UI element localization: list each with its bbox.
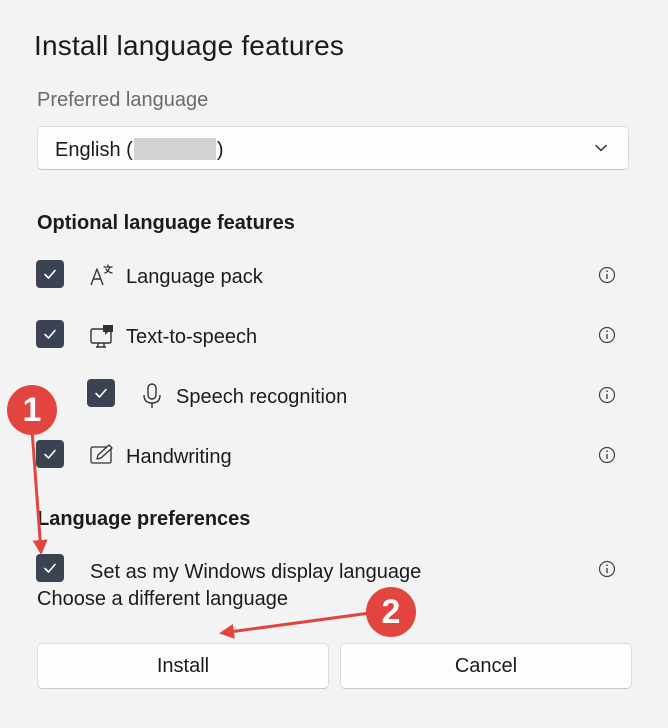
- pen-icon: [90, 444, 113, 464]
- optional-features-heading: Optional language features: [37, 212, 295, 234]
- cancel-button[interactable]: Cancel: [340, 643, 632, 689]
- choose-different-language-link[interactable]: Choose a different language: [37, 588, 288, 611]
- checkmark-icon: [44, 449, 56, 459]
- feature-label: Text-to-speech: [126, 326, 258, 348]
- preferred-language-value: English (): [55, 138, 223, 162]
- info-icon[interactable]: [598, 446, 616, 464]
- display-language-checkbox[interactable]: [36, 554, 64, 582]
- info-icon[interactable]: [598, 560, 616, 578]
- microphone-icon: [143, 383, 161, 408]
- feature-label: Speech recognition: [176, 386, 348, 408]
- feature-row-handwriting: Handwriting: [0, 438, 668, 474]
- select-value-suffix: ): [216, 139, 224, 161]
- feature-row-language-pack: Language pack: [0, 258, 668, 294]
- select-value-prefix: English (: [55, 139, 133, 161]
- speech-recognition-checkbox[interactable]: [87, 379, 115, 407]
- feature-row-speech-recognition: Speech recognition: [0, 378, 668, 414]
- chevron-down-icon: [595, 144, 607, 152]
- feature-label: Handwriting: [126, 446, 232, 468]
- language-pack-icon: [90, 264, 113, 286]
- install-button[interactable]: Install: [37, 643, 329, 689]
- annotation-badge-2: 2: [366, 587, 416, 637]
- text-to-speech-checkbox[interactable]: [36, 320, 64, 348]
- language-preferences-heading: Language preferences: [37, 508, 251, 530]
- info-icon[interactable]: [598, 266, 616, 284]
- text-to-speech-icon: [90, 325, 113, 348]
- info-icon[interactable]: [598, 326, 616, 344]
- preferred-language-select[interactable]: English (): [37, 126, 629, 170]
- display-language-label: Set as my Windows display language: [90, 561, 422, 583]
- annotation-badge-1: 1: [7, 385, 57, 435]
- info-icon[interactable]: [598, 386, 616, 404]
- feature-label: Language pack: [126, 266, 263, 288]
- checkmark-icon: [44, 563, 56, 573]
- handwriting-checkbox[interactable]: [36, 440, 64, 468]
- checkmark-icon: [95, 388, 107, 398]
- language-pack-checkbox[interactable]: [36, 260, 64, 288]
- preferred-language-label: Preferred language: [37, 89, 209, 111]
- redacted-region: [133, 138, 216, 160]
- checkmark-icon: [44, 269, 56, 279]
- feature-row-text-to-speech: Text-to-speech: [0, 318, 668, 354]
- checkmark-icon: [44, 329, 56, 339]
- dialog-title: Install language features: [34, 30, 345, 61]
- install-language-features-dialog: Install language features Preferred lang…: [0, 0, 668, 728]
- display-language-row: Set as my Windows display language: [0, 552, 668, 588]
